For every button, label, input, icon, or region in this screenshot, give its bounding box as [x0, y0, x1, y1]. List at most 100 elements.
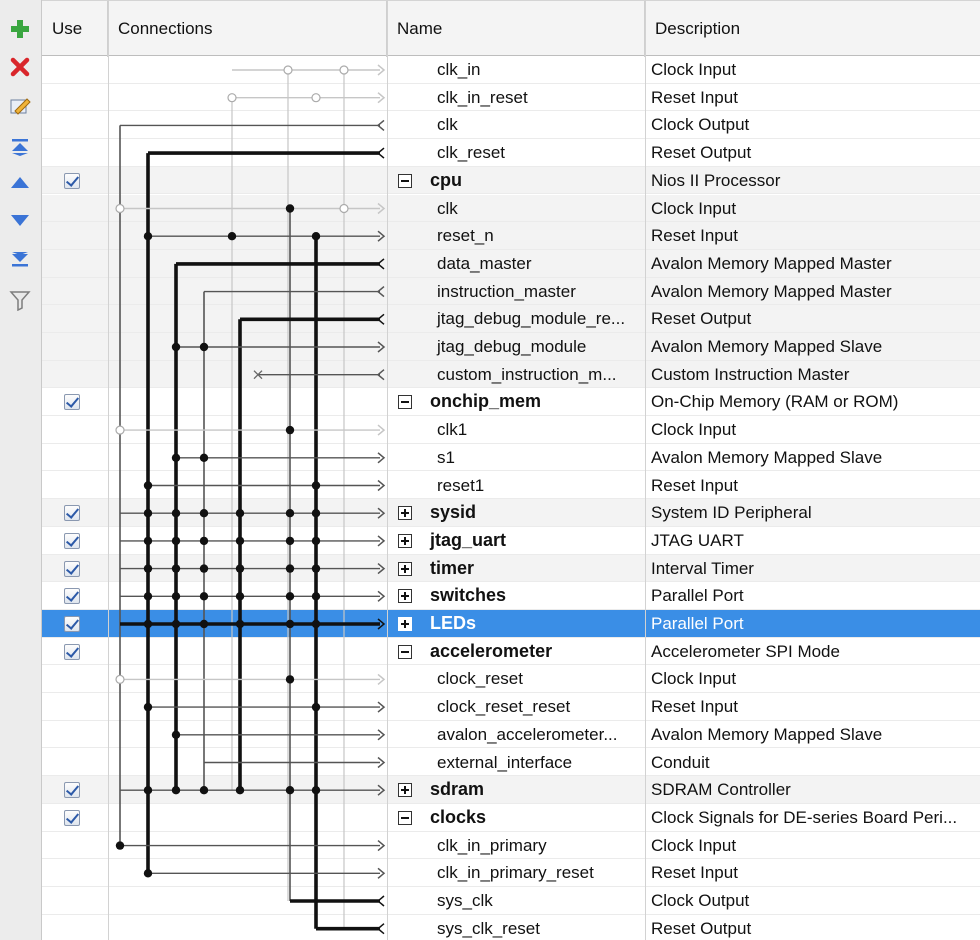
expand-icon[interactable] [398, 783, 412, 798]
collapse-icon[interactable] [398, 395, 412, 410]
edit-icon [10, 98, 31, 115]
name-cell: jtag_debug_module_re... [387, 305, 645, 333]
use-checkbox[interactable] [64, 532, 80, 549]
move-bottom-icon [12, 252, 28, 267]
connection-arrow-icon [376, 895, 385, 907]
header-description[interactable]: Description [645, 1, 980, 57]
use-checkbox[interactable] [64, 809, 80, 826]
move-top-button[interactable] [5, 132, 35, 162]
expand-icon[interactable] [398, 561, 412, 576]
component-name: clocks [430, 806, 487, 827]
connection-dot [311, 232, 321, 241]
header-use[interactable]: Use [42, 1, 108, 57]
component-name: onchip_mem [430, 391, 542, 412]
interface-name: clk_in [437, 60, 481, 79]
name-cell: sysid [387, 499, 645, 527]
expand-icon[interactable] [398, 617, 412, 631]
header-connections[interactable]: Connections [108, 1, 387, 57]
interface-name: s1 [437, 447, 455, 467]
use-cell [42, 416, 108, 444]
connection-dot [311, 702, 321, 712]
use-cell [42, 361, 108, 389]
name-cell: LEDs [387, 610, 645, 638]
use-cell [42, 749, 108, 777]
connection-point [115, 203, 125, 214]
connection-dot [171, 619, 181, 629]
use-cell [42, 333, 108, 361]
connection-dot [311, 481, 321, 490]
expand-icon[interactable] [398, 533, 412, 548]
header-name[interactable]: Name [387, 1, 645, 57]
use-cell [42, 250, 108, 278]
component-name: LEDs [430, 613, 477, 633]
description-cell: Accelerometer SPI Mode [651, 641, 840, 661]
column-divider [108, 0, 109, 940]
interface-name: jtag_debug_module_re... [437, 309, 626, 329]
use-checkbox[interactable] [64, 505, 80, 522]
collapse-icon[interactable] [398, 810, 412, 825]
component-name: switches [430, 585, 507, 606]
use-checkbox[interactable] [64, 394, 80, 411]
connection-dot [285, 564, 295, 573]
name-cell: clk [387, 195, 645, 223]
use-checkbox[interactable] [64, 643, 80, 660]
connection-arrow-icon [376, 147, 385, 159]
remove-button[interactable] [5, 52, 35, 82]
description-cell: Interval Timer [651, 558, 754, 578]
interface-name: clk_reset [437, 143, 506, 163]
collapse-icon[interactable] [398, 173, 412, 188]
use-cell [42, 693, 108, 721]
description-cell: Conduit [651, 752, 710, 772]
expand-icon[interactable] [398, 506, 412, 521]
interface-name: clock_reset [437, 669, 523, 689]
description-cell: SDRAM Controller [651, 780, 791, 800]
move-up-button[interactable] [5, 168, 35, 198]
connection-dot [143, 786, 153, 795]
add-icon [11, 20, 29, 38]
description-cell: Clock Input [651, 60, 737, 79]
component-toolbar [0, 0, 42, 940]
connection-dot [171, 342, 181, 352]
move-down-icon [11, 215, 29, 226]
move-bottom-button[interactable] [5, 243, 35, 273]
name-cell: clk_in [387, 56, 645, 84]
expand-icon[interactable] [398, 589, 412, 604]
description-cell: Avalon Memory Mapped Master [651, 253, 892, 273]
connection-dot [311, 564, 321, 573]
use-cell [42, 804, 108, 832]
description-cell: Reset Output [651, 143, 752, 163]
filter-button[interactable] [5, 285, 35, 315]
add-button[interactable] [5, 14, 35, 44]
connection-dot [285, 619, 295, 629]
description-cell: Avalon Memory Mapped Master [651, 281, 892, 301]
name-cell: clock_reset [387, 665, 645, 693]
name-cell: clk_in_primary [387, 832, 645, 860]
connection-dot [285, 536, 295, 546]
collapse-icon[interactable] [398, 644, 412, 659]
connection-dot [199, 453, 209, 462]
name-cell: external_interface [387, 749, 645, 777]
connection-point [339, 203, 349, 214]
filter-icon [9, 291, 31, 311]
use-checkbox[interactable] [64, 560, 80, 577]
use-cell [42, 84, 108, 112]
description-cell: Avalon Memory Mapped Slave [651, 337, 883, 356]
connection-dot [235, 536, 245, 546]
use-checkbox[interactable] [64, 616, 80, 632]
use-checkbox[interactable] [64, 172, 80, 189]
interface-name: clk_in_primary [437, 835, 547, 855]
edit-button[interactable] [5, 91, 35, 121]
connection-arrow-icon [376, 369, 385, 381]
move-down-button[interactable] [5, 205, 35, 235]
name-cell: data_master [387, 250, 645, 278]
description-cell: Clock Output [651, 115, 750, 135]
connection-dot [143, 232, 153, 241]
component-name: jtag_uart [430, 529, 507, 550]
description-cell: JTAG UART [651, 530, 744, 550]
use-checkbox[interactable] [64, 782, 80, 799]
connection-dot [311, 536, 321, 546]
name-cell: reset_n [387, 222, 645, 250]
connection-dot [235, 592, 245, 601]
connection-dot [285, 509, 295, 518]
use-checkbox[interactable] [64, 588, 80, 605]
